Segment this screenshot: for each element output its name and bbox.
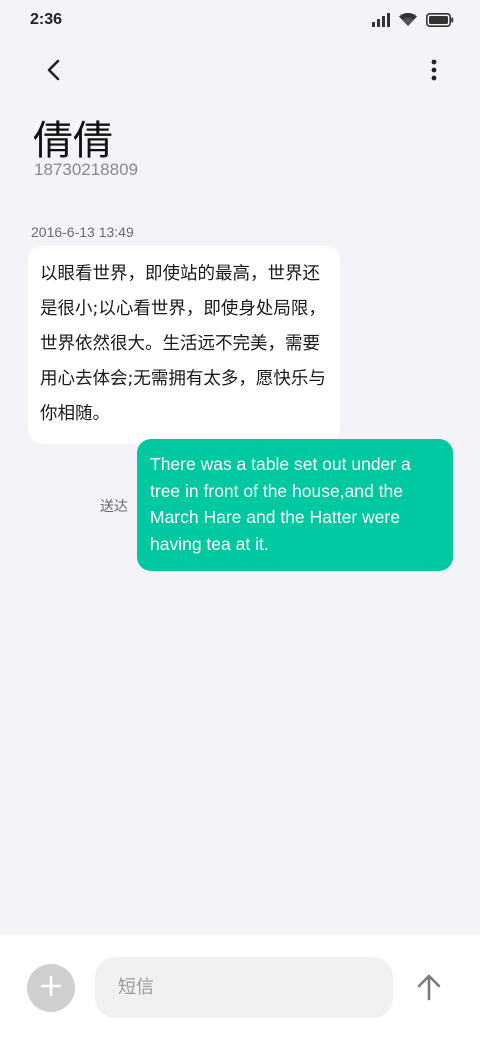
delivery-status: 送达: [100, 499, 128, 515]
message-input[interactable]: [95, 957, 393, 1018]
add-attachment-button[interactable]: [27, 964, 75, 1012]
battery-icon: [426, 12, 454, 31]
wifi-icon: [398, 12, 418, 31]
chevron-left-icon: [46, 59, 62, 85]
contact-number: 18730218809: [34, 160, 139, 179]
arrow-up-icon: [416, 973, 442, 1005]
conversation-header: 倩倩 18730218809: [0, 42, 480, 202]
back-button[interactable]: [34, 52, 74, 92]
message-timestamp: 2016-6-13 13:49: [31, 224, 134, 240]
more-options-button[interactable]: [422, 52, 446, 92]
outgoing-message-bubble[interactable]: There was a table set out under a tree i…: [137, 439, 453, 571]
plus-icon: [40, 975, 62, 1001]
send-button[interactable]: [410, 970, 448, 1008]
more-vertical-icon: [431, 59, 437, 85]
incoming-message-bubble[interactable]: 以眼看世界，即使站的最高，世界还是很小;以心看世界，即使身处局限，世界依然很大。…: [28, 246, 340, 444]
composer-bar: [0, 935, 480, 1040]
contact-name: 倩倩: [33, 118, 113, 164]
status-time: 2:36: [30, 11, 63, 28]
status-bar: 2:36: [0, 0, 480, 42]
status-icons: [372, 12, 454, 31]
signal-icon: [372, 12, 390, 31]
